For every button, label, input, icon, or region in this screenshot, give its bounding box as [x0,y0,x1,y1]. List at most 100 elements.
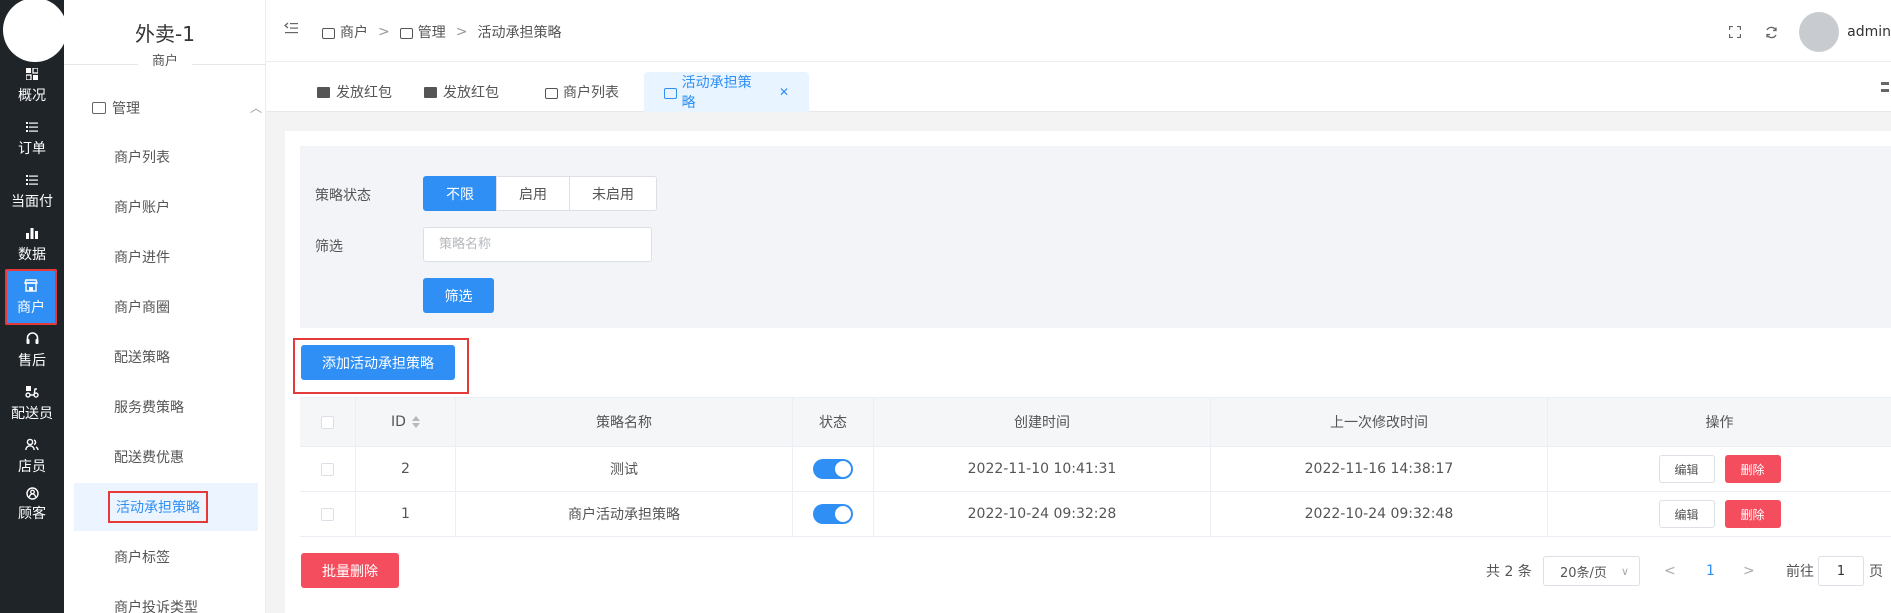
section-subtitle: 商户 [137,50,193,69]
chevron-down-icon: ∨ [1620,565,1629,578]
rail-item-merchant[interactable]: 商户 [5,269,57,325]
breadcrumb: 商户 > 管理 > 活动承担策略 [322,22,561,42]
cell-created: 2022-11-10 10:41:31 [874,447,1211,491]
total-count: 共 2 条 [1486,564,1532,580]
rail-item-label: 当面付 [11,193,53,210]
users-icon [24,437,40,453]
tab-red-packet-2[interactable]: 发放红包 [404,72,519,112]
add-strategy-button[interactable]: 添加活动承担策略 [301,345,455,380]
goto-label: 前往 [1786,564,1814,580]
cell-modified: 2022-10-24 09:32:48 [1211,492,1548,536]
rail-item-label: 数据 [18,246,46,263]
rail-item-data[interactable]: 数据 [0,216,64,272]
fullscreen-icon[interactable] [1728,25,1742,39]
menu-group-management[interactable]: 管理 ︿ [92,97,262,119]
page-number-current[interactable]: 1 [1706,563,1715,579]
strategy-table: ID 策略名称 状态 创建时间 上一次修改时间 操作 2 测试 2022-11-… [300,397,1891,537]
menu-item-activity-cost-strategy[interactable]: 活动承担策略 [74,483,258,531]
status-toggle[interactable] [813,459,853,479]
rail-item-courier[interactable]: 配送员 [0,375,64,431]
rail-item-label: 店员 [18,458,46,475]
breadcrumb-item[interactable]: 管理 [418,22,446,42]
rail-item-staff[interactable]: 店员 [0,428,64,484]
page-size-select[interactable]: 20条/页 ∨ [1543,556,1640,586]
list-icon [24,119,40,135]
menu-item-merchant-onboarding[interactable]: 商户进件 [74,233,258,281]
column-header-created: 创建时间 [874,398,1211,446]
tab-merchant-list[interactable]: 商户列表 [525,72,639,112]
rail-item-after-sales[interactable]: 售后 [0,322,64,378]
menu-item-service-fee-strategy[interactable]: 服务费策略 [74,383,258,431]
cell-modified: 2022-11-16 14:38:17 [1211,447,1548,491]
cell-name: 商户活动承担策略 [456,492,793,536]
prev-page-button[interactable]: < [1664,563,1676,579]
cell-name: 测试 [456,447,793,491]
table-row: 1 商户活动承担策略 2022-10-24 09:32:28 2022-10-2… [300,492,1891,537]
tabs-menu-icon[interactable] [1881,82,1889,92]
collapse-menu-icon[interactable] [283,22,298,38]
menu-item-merchant-list[interactable]: 商户列表 [74,133,258,181]
close-icon[interactable]: ✕ [779,85,789,99]
menu-item-merchant-district[interactable]: 商户商圈 [74,283,258,331]
select-all-checkbox[interactable] [321,415,334,429]
avatar[interactable] [1799,12,1840,52]
row-checkbox[interactable] [321,507,334,521]
menu-item-merchant-tags[interactable]: 商户标签 [74,533,258,581]
column-header-modified: 上一次修改时间 [1211,398,1548,446]
shop-icon [399,27,413,39]
shop-icon [322,27,335,39]
breadcrumb-item[interactable]: 商户 [340,22,368,42]
envelope-icon [317,86,330,98]
status-option-enabled[interactable]: 启用 [496,176,570,211]
goto-page-input[interactable] [1818,556,1864,586]
delete-button[interactable]: 删除 [1724,455,1781,483]
delete-button[interactable]: 删除 [1724,500,1781,528]
column-header-name: 策略名称 [456,398,793,446]
menu-item-merchant-account[interactable]: 商户账户 [74,183,258,231]
batch-delete-button[interactable]: 批量删除 [301,553,399,588]
rail-item-label: 概况 [18,87,46,104]
cell-id: 2 [356,447,456,491]
status-option-disabled[interactable]: 未启用 [569,176,657,211]
menu-group-label: 管理 [112,101,140,117]
rail-item-label: 订单 [18,140,46,157]
dashboard-icon [24,66,40,82]
tab-red-packet-1[interactable]: 发放红包 [297,72,412,112]
rail-item-customer[interactable]: 顾客 [0,481,64,522]
filter-submit-button[interactable]: 筛选 [423,278,494,313]
rail-item-label: 顾客 [18,506,46,522]
rail-item-overview[interactable]: 概况 [0,57,64,113]
breadcrumb-current: 活动承担策略 [477,25,562,41]
envelope-icon [424,86,437,98]
edit-button[interactable]: 编辑 [1658,500,1715,528]
column-header-id[interactable]: ID [356,398,456,446]
rail-item-face-pay[interactable]: 当面付 [0,163,64,219]
edit-button[interactable]: 编辑 [1658,455,1715,483]
shop-icon [23,278,39,294]
user-name[interactable]: admin [1847,24,1891,40]
rail-item-orders[interactable]: 订单 [0,110,64,166]
strategy-name-input[interactable] [423,227,652,262]
menu-item-complaint-types[interactable]: 商户投诉类型 [74,583,258,613]
table-header-row: ID 策略名称 状态 创建时间 上一次修改时间 操作 [300,398,1891,447]
menu-item-delivery-fee-discount[interactable]: 配送费优惠 [74,433,258,481]
shop-icon [664,87,677,99]
row-checkbox[interactable] [321,462,334,476]
sort-icon[interactable] [411,416,420,428]
status-option-all[interactable]: 不限 [423,176,497,211]
shop-icon [92,102,106,114]
next-page-button[interactable]: > [1743,563,1755,579]
main-nav-rail: 概况 订单 当面付 数据 商户 售后 配送员 店员 顾客 [0,0,67,613]
status-toggle[interactable] [813,504,853,524]
table-row: 2 测试 2022-11-10 10:41:31 2022-11-16 14:3… [300,447,1891,492]
rail-item-label: 配送员 [11,405,53,422]
cell-id: 1 [356,492,456,536]
column-header-status: 状态 [793,398,874,446]
menu-item-delivery-strategy[interactable]: 配送策略 [74,333,258,381]
refresh-icon[interactable] [1764,25,1778,39]
scooter-icon [24,384,40,400]
breadcrumb-separator: > [378,24,390,40]
chevron-up-icon: ︿ [249,101,262,115]
tab-activity-cost-strategy[interactable]: 活动承担策略 ✕ [644,72,809,112]
breadcrumb-separator: > [455,24,468,40]
